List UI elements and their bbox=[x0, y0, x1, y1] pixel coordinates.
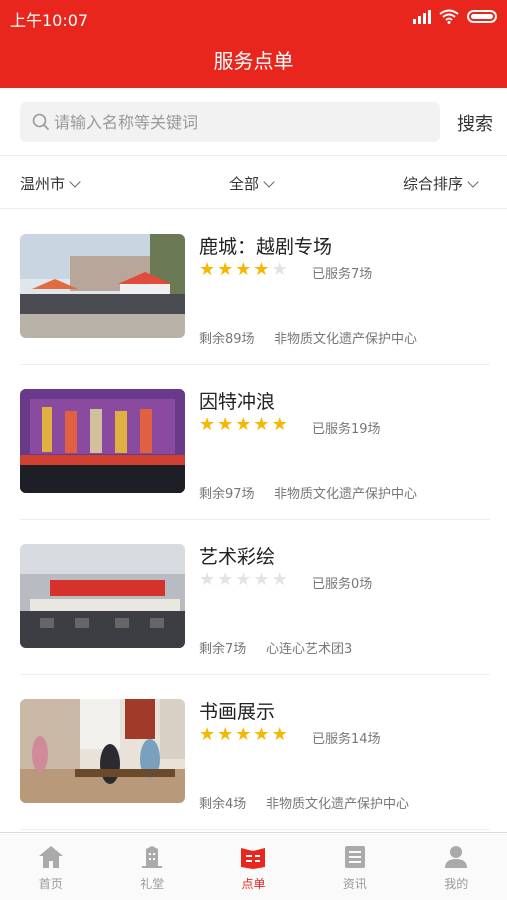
tab-label: 首页 bbox=[38, 877, 63, 891]
star-icon: ★ bbox=[271, 569, 288, 590]
signal-icon bbox=[413, 9, 431, 24]
filter-bar: 温州市 全部 综合排序 bbox=[0, 157, 507, 209]
star-icon: ★ bbox=[253, 569, 270, 590]
star-icon: ★ bbox=[217, 259, 234, 280]
item-title: 艺术彩绘 bbox=[199, 546, 276, 568]
wifi-icon bbox=[439, 9, 459, 24]
tab-label: 礼堂 bbox=[140, 877, 165, 891]
remaining-count: 剩余97场 bbox=[199, 487, 255, 502]
star-icon: ★ bbox=[199, 259, 216, 280]
status-icons bbox=[413, 9, 497, 24]
tab-label: 点单 bbox=[241, 877, 266, 891]
status-bar: 上午10:07 bbox=[0, 0, 507, 34]
star-icon: ★ bbox=[271, 414, 288, 435]
star-icon: ★ bbox=[217, 569, 234, 590]
hall-icon bbox=[142, 846, 163, 868]
star-icon: ★ bbox=[199, 569, 216, 590]
tab-profile[interactable]: 我的 bbox=[406, 833, 507, 900]
category-filter[interactable]: 全部 bbox=[229, 173, 275, 194]
served-count: 已服务7场 bbox=[312, 267, 373, 282]
item-title: 书画展示 bbox=[199, 701, 276, 723]
star-icon: ★ bbox=[235, 569, 252, 590]
organization-name: 非物质文化遗产保护中心 bbox=[274, 332, 418, 347]
rating-stars: ★ ★ ★ ★ ★ bbox=[199, 726, 288, 744]
city-filter-label: 温州市 bbox=[20, 175, 66, 193]
sort-filter-label: 综合排序 bbox=[403, 175, 464, 193]
page-title: 服务点单 bbox=[0, 34, 507, 88]
list-item[interactable]: 艺术彩绘 ★ ★ ★ ★ ★ 已服务0场 剩余7场 心连心艺术团3 bbox=[0, 520, 507, 675]
star-icon: ★ bbox=[253, 414, 270, 435]
star-icon: ★ bbox=[217, 724, 234, 745]
tab-label: 资讯 bbox=[342, 877, 367, 891]
star-icon: ★ bbox=[199, 414, 216, 435]
item-title: 因特冲浪 bbox=[199, 391, 276, 413]
tab-hall[interactable]: 礼堂 bbox=[101, 833, 202, 900]
star-icon: ★ bbox=[253, 724, 270, 745]
divider bbox=[20, 829, 490, 830]
item-thumbnail bbox=[20, 389, 185, 493]
search-box[interactable] bbox=[20, 102, 440, 142]
rating-stars: ★ ★ ★ ★ ★ bbox=[199, 416, 288, 434]
battery-icon bbox=[467, 10, 497, 23]
star-icon: ★ bbox=[235, 414, 252, 435]
star-icon: ★ bbox=[235, 724, 252, 745]
tab-label: 我的 bbox=[444, 877, 469, 891]
star-icon: ★ bbox=[271, 259, 288, 280]
remaining-count: 剩余7场 bbox=[199, 642, 247, 657]
chevron-down-icon bbox=[467, 175, 479, 188]
organization-name: 非物质文化遗产保护中心 bbox=[266, 797, 410, 812]
list-item[interactable]: 因特冲浪 ★ ★ ★ ★ ★ 已服务19场 剩余97场 非物质文化遗产保护中心 bbox=[0, 365, 507, 520]
search-icon bbox=[32, 113, 50, 131]
star-icon: ★ bbox=[199, 724, 216, 745]
tab-news[interactable]: 资讯 bbox=[304, 833, 405, 900]
list-item[interactable]: 鹿城：越剧专场 ★ ★ ★ ★ ★ 已服务7场 剩余89场 非物质文化遗产保护中心 bbox=[0, 210, 507, 365]
list-item[interactable]: 书画展示 ★ ★ ★ ★ ★ 已服务14场 剩余4场 非物质文化遗产保护中心 bbox=[0, 675, 507, 830]
star-icon: ★ bbox=[253, 259, 270, 280]
user-icon bbox=[445, 846, 468, 868]
search-input[interactable] bbox=[54, 102, 434, 142]
chevron-down-icon bbox=[69, 175, 81, 188]
rating-stars: ★ ★ ★ ★ ★ bbox=[199, 261, 288, 279]
city-filter[interactable]: 温州市 bbox=[20, 173, 81, 194]
sort-filter[interactable]: 综合排序 bbox=[403, 173, 479, 194]
category-filter-label: 全部 bbox=[229, 175, 260, 193]
served-count: 已服务14场 bbox=[312, 732, 381, 747]
organization-name: 非物质文化遗产保护中心 bbox=[274, 487, 418, 502]
search-button[interactable]: 搜索 bbox=[457, 110, 493, 136]
served-count: 已服务19场 bbox=[312, 422, 381, 437]
star-icon: ★ bbox=[271, 724, 288, 745]
organization-name: 心连心艺术团3 bbox=[266, 642, 353, 657]
star-icon: ★ bbox=[217, 414, 234, 435]
chevron-down-icon bbox=[263, 175, 275, 188]
item-thumbnail bbox=[20, 699, 185, 803]
tab-home[interactable]: 首页 bbox=[0, 833, 101, 900]
bottom-tab-bar: 首页 礼堂 点单 资讯 我的 bbox=[0, 832, 507, 900]
home-icon bbox=[38, 846, 63, 868]
rating-stars: ★ ★ ★ ★ ★ bbox=[199, 571, 288, 589]
item-title: 鹿城：越剧专场 bbox=[199, 236, 333, 258]
remaining-count: 剩余4场 bbox=[199, 797, 247, 812]
tab-order[interactable]: 点单 bbox=[203, 833, 304, 900]
order-icon bbox=[241, 848, 266, 869]
service-list: 鹿城：越剧专场 ★ ★ ★ ★ ★ 已服务7场 剩余89场 非物质文化遗产保护中心 因特… bbox=[0, 210, 507, 832]
news-icon bbox=[344, 846, 365, 868]
search-row: 搜索 bbox=[0, 88, 507, 156]
served-count: 已服务0场 bbox=[312, 577, 373, 592]
item-thumbnail bbox=[20, 544, 185, 648]
remaining-count: 剩余89场 bbox=[199, 332, 255, 347]
status-time: 上午10:07 bbox=[10, 11, 89, 30]
star-icon: ★ bbox=[235, 259, 252, 280]
item-thumbnail bbox=[20, 234, 185, 338]
